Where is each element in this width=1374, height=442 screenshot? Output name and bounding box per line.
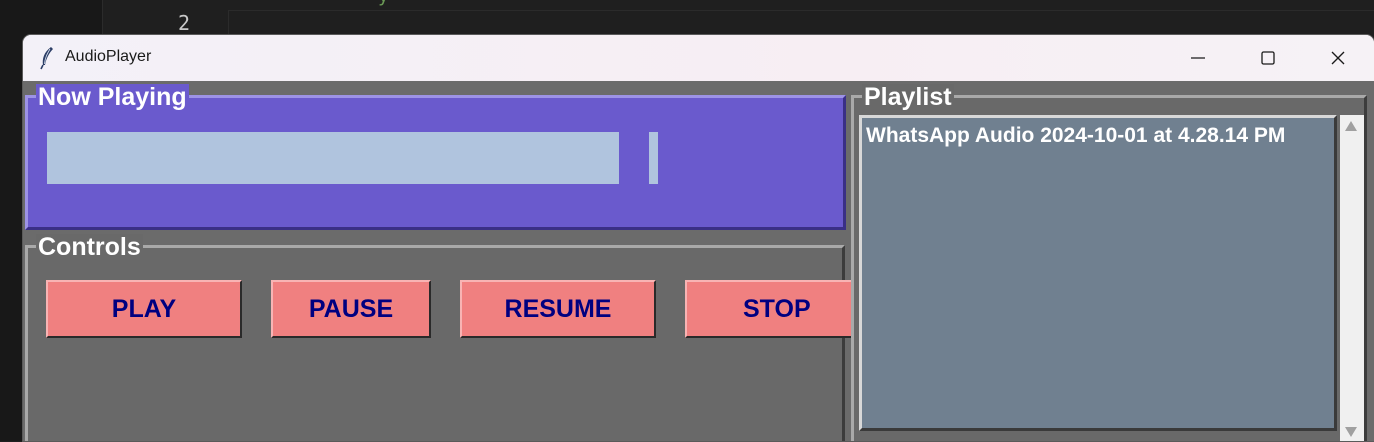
- close-button[interactable]: [1303, 35, 1373, 81]
- minimize-button[interactable]: [1163, 35, 1233, 81]
- minimize-icon: [1190, 50, 1206, 66]
- now-playing-label: Now Playing: [36, 83, 189, 111]
- scroll-down-arrow-icon[interactable]: [1345, 427, 1357, 437]
- playlist-frame: Playlist WhatsApp Audio 2024-10-01 at 4.…: [851, 84, 1367, 441]
- maximize-icon: [1260, 50, 1276, 66]
- now-playing-frame: Now Playing: [25, 84, 846, 230]
- stop-button[interactable]: STOP: [685, 280, 865, 338]
- close-icon: [1330, 50, 1346, 66]
- audio-player-window: AudioPlayer Now Playing Controls PLAY PA…: [23, 35, 1374, 441]
- pause-button[interactable]: PAUSE: [271, 280, 431, 338]
- scroll-up-arrow-icon[interactable]: [1345, 121, 1357, 131]
- code-fragment: y: [378, 0, 389, 7]
- playlist-scrollbar[interactable]: [1340, 115, 1364, 441]
- feather-icon: [37, 46, 57, 70]
- controls-frame: Controls PLAY PAUSE RESUME STOP: [25, 234, 865, 441]
- list-item[interactable]: WhatsApp Audio 2024-10-01 at 4.28.14 PM: [866, 124, 1285, 148]
- playlist-listbox[interactable]: WhatsApp Audio 2024-10-01 at 4.28.14 PM: [859, 115, 1337, 431]
- now-playing-status: [47, 132, 619, 184]
- status-separator: [649, 132, 658, 184]
- line-number: 2: [177, 11, 190, 35]
- maximize-button[interactable]: [1233, 35, 1303, 81]
- play-button[interactable]: PLAY: [46, 280, 242, 338]
- client-area: Now Playing Controls PLAY PAUSE RESUME S…: [23, 81, 1374, 441]
- title-bar[interactable]: AudioPlayer: [23, 35, 1374, 81]
- playlist-label: Playlist: [862, 83, 954, 111]
- resume-button[interactable]: RESUME: [460, 280, 656, 338]
- controls-label: Controls: [36, 233, 143, 261]
- window-title: AudioPlayer: [65, 48, 152, 65]
